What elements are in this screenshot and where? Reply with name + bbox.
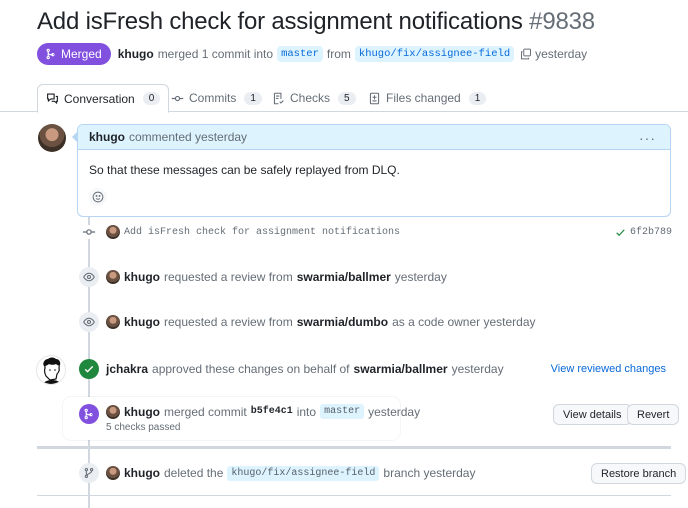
checklist-icon <box>273 92 284 104</box>
actor-link[interactable]: khugo <box>124 466 160 480</box>
head-branch[interactable]: khugo/fix/assignee-field <box>354 46 515 62</box>
commit-sha[interactable]: 6f2b789 <box>615 227 672 238</box>
git-branch-icon <box>84 467 94 479</box>
revert-button[interactable]: Revert <box>627 404 680 425</box>
actor-link[interactable]: khugo <box>124 270 160 284</box>
avatar[interactable] <box>106 315 120 329</box>
avatar[interactable] <box>106 404 120 419</box>
timeline-commit: Add isFresh check for assignment notific… <box>0 223 688 241</box>
timeline-divider <box>37 446 671 449</box>
branch-badge <box>79 463 99 483</box>
actor-link[interactable]: khugo <box>124 315 160 329</box>
git-commit-icon <box>82 225 96 239</box>
pr-tabs: Conversation 0 Commits 1 Checks 5 Files … <box>0 84 688 113</box>
check-icon <box>84 365 94 373</box>
eye-icon <box>83 272 95 282</box>
file-diff-icon <box>369 92 380 104</box>
avatar[interactable] <box>106 466 120 480</box>
approved-badge <box>79 359 99 379</box>
avatar[interactable] <box>106 225 120 239</box>
avatar[interactable] <box>106 270 120 284</box>
eye-icon <box>83 317 95 327</box>
git-commit-icon <box>171 95 184 101</box>
reviewer-link[interactable]: swarmia/dumbo <box>297 315 388 329</box>
timeline-divider <box>37 495 671 496</box>
tab-checks[interactable]: Checks 5 <box>264 84 364 112</box>
kebab-menu-icon[interactable]: ··· <box>639 130 656 146</box>
eye-badge <box>79 267 99 287</box>
check-icon <box>616 228 625 236</box>
view-details-button[interactable]: View details <box>553 404 632 425</box>
tab-commits[interactable]: Commits 1 <box>163 84 270 112</box>
target-branch[interactable]: master <box>320 404 365 419</box>
avatar[interactable] <box>38 124 66 152</box>
git-merge-icon <box>46 48 55 60</box>
timeline-review-request: khugo requested a review from swarmia/du… <box>0 312 688 332</box>
actor-link[interactable]: khugo <box>124 405 160 419</box>
merged-badge <box>79 404 99 424</box>
tab-counter: 1 <box>244 91 262 105</box>
team-link[interactable]: swarmia/ballmer <box>354 362 448 376</box>
author-link[interactable]: khugo <box>118 47 154 61</box>
tab-counter: 1 <box>468 91 487 105</box>
pull-request-page: Add isFresh check for assignment notific… <box>0 0 688 508</box>
comment-body: So that these messages can be safely rep… <box>89 163 400 177</box>
add-reaction-button[interactable] <box>89 188 107 206</box>
timeline-merge: khugo merged commit b5fe4c1 into master … <box>0 402 688 436</box>
tab-counter: 0 <box>142 92 161 105</box>
commit-message[interactable]: Add isFresh check for assignment notific… <box>124 227 400 238</box>
copy-icon[interactable] <box>520 48 532 60</box>
deleted-branch[interactable]: khugo/fix/assignee-field <box>227 465 380 481</box>
base-branch[interactable]: master <box>277 46 323 62</box>
comment-box: khugo commented yesterday ··· So that th… <box>77 124 671 217</box>
pr-number: #9838 <box>529 8 595 35</box>
reviewer-link[interactable]: swarmia/ballmer <box>297 270 391 284</box>
page-title: Add isFresh check for assignment notific… <box>37 8 595 36</box>
timeline-branch-deleted: khugo deleted the khugo/fix/assignee-fie… <box>0 462 688 484</box>
actor-link[interactable]: jchakra <box>106 362 148 376</box>
view-reviewed-changes-link[interactable]: View reviewed changes <box>551 363 666 375</box>
git-merge-icon <box>84 408 93 420</box>
pr-meta: Merged khugo merged 1 commit into master… <box>37 43 587 65</box>
comment-author[interactable]: khugo <box>89 130 125 144</box>
comment-header: khugo commented yesterday ··· <box>78 125 670 150</box>
pr-title: Add isFresh check for assignment notific… <box>37 8 523 35</box>
comment-action: commented yesterday <box>129 130 248 144</box>
smiley-icon <box>92 191 104 203</box>
timeline-review-request: khugo requested a review from swarmia/ba… <box>0 267 688 287</box>
tab-conversation[interactable]: Conversation 0 <box>37 84 170 113</box>
comment-discussion-icon <box>47 93 58 105</box>
eye-badge <box>79 312 99 332</box>
restore-branch-button[interactable]: Restore branch <box>591 463 687 484</box>
merge-commit-sha[interactable]: b5fe4c1 <box>251 406 293 417</box>
timeline-approval: jchakra approved these changes on behalf… <box>0 359 688 379</box>
status-badge: Merged <box>37 43 111 65</box>
tab-counter: 5 <box>338 91 356 105</box>
checks-summary: 5 checks passed <box>106 422 181 433</box>
tab-files-changed[interactable]: Files changed 1 <box>360 84 494 112</box>
